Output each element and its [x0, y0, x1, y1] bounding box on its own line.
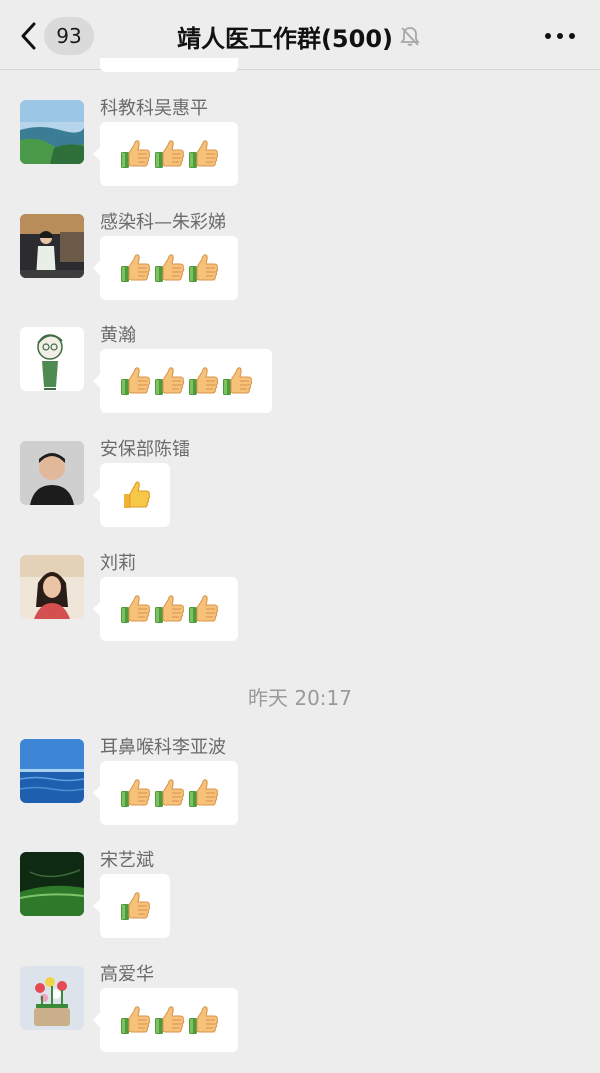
- avatar[interactable]: [20, 966, 84, 1030]
- thumbs-up-emoji: [186, 251, 220, 285]
- message-timestamp: 昨天 20:17: [248, 686, 352, 710]
- thumbs-up-emoji: [186, 776, 220, 810]
- thumbs-up-emoji: [152, 592, 186, 626]
- thumbs-up-emoji: [118, 364, 152, 398]
- thumbs-up-emoji: [152, 1003, 186, 1037]
- sender-name: 科教科吴惠平: [100, 98, 208, 119]
- thumbs-up-emoji: [186, 1003, 220, 1037]
- message-bubble[interactable]: [93, 874, 170, 938]
- previous-message-bubble: [100, 58, 238, 72]
- back-button[interactable]: 93: [18, 16, 108, 56]
- thumbs-up-emoji: [186, 592, 220, 626]
- sender-name: 黄瀚: [100, 325, 136, 346]
- avatar[interactable]: [20, 555, 84, 619]
- message-bubble[interactable]: [93, 236, 238, 300]
- bell-muted-icon: [400, 27, 420, 46]
- message-bubble[interactable]: [93, 761, 238, 825]
- chat-header: 93 靖人医工作群(500): [0, 0, 600, 70]
- sender-name: 感染科—朱彩娣: [100, 212, 226, 233]
- avatar[interactable]: [20, 739, 84, 803]
- thumbs-up-emoji: [186, 364, 220, 398]
- thumbs-up-emoji: [186, 137, 220, 171]
- sender-name: 宋艺斌: [100, 850, 154, 871]
- thumbs-up-emoji: [118, 251, 152, 285]
- message-bubble[interactable]: [93, 988, 238, 1052]
- thumbs-up-emoji: [118, 592, 152, 626]
- thumbs-up-emoji: [118, 889, 152, 923]
- avatar[interactable]: [20, 441, 84, 505]
- avatar[interactable]: [20, 214, 84, 278]
- thumbs-up-emoji: [118, 137, 152, 171]
- avatar[interactable]: [20, 100, 84, 164]
- sender-name: 安保部陈镭: [100, 439, 190, 460]
- more-button[interactable]: [540, 20, 580, 52]
- unread-count-badge: 93: [44, 17, 94, 55]
- more-dots-icon: [545, 33, 575, 39]
- avatar[interactable]: [20, 327, 84, 391]
- thumbs-up-emoji: [220, 364, 254, 398]
- thumbs-up-emoji: [152, 251, 186, 285]
- chevron-left-icon: [21, 22, 36, 50]
- sender-name: 高爱华: [100, 964, 154, 985]
- avatar[interactable]: [20, 852, 84, 916]
- thumbs-up-emoji: [152, 137, 186, 171]
- thumbs-up-emoji: [124, 481, 151, 508]
- thumbs-up-emoji: [118, 1003, 152, 1037]
- chat-title-area: 靖人医工作群(500): [120, 16, 480, 56]
- sender-name: 耳鼻喉科李亚波: [100, 737, 226, 758]
- thumbs-up-emoji: [152, 364, 186, 398]
- message-bubble[interactable]: [93, 122, 238, 186]
- thumbs-up-emoji: [152, 776, 186, 810]
- thumbs-up-emoji: [118, 776, 152, 810]
- message-bubble[interactable]: [93, 349, 272, 413]
- message-bubble[interactable]: [93, 463, 170, 527]
- sender-name: 刘莉: [100, 553, 136, 574]
- chat-title: 靖人医工作群(500): [176, 24, 394, 53]
- message-bubble[interactable]: [93, 577, 238, 641]
